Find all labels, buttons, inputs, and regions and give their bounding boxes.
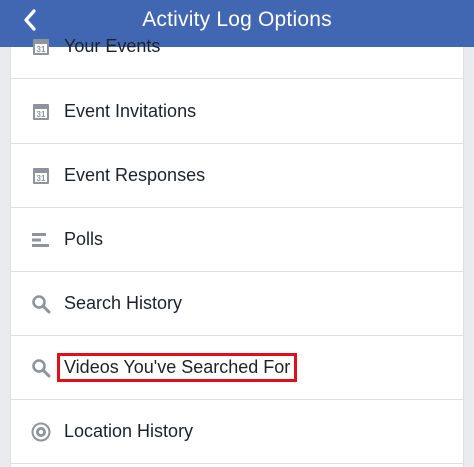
list-item-your-events[interactable]: 31 Your Events (11, 15, 463, 79)
list-item-label: Your Events (64, 36, 161, 56)
poll-icon (29, 228, 53, 252)
list-item-label-highlighted: Videos You've Searched For (57, 353, 298, 382)
svg-text:31: 31 (37, 45, 46, 54)
svg-text:31: 31 (37, 174, 46, 183)
calendar-icon: 31 (29, 100, 53, 124)
calendar-icon: 31 (29, 35, 53, 59)
list-item-search-history[interactable]: Search History (11, 272, 463, 336)
list-item-label: Event Invitations (64, 101, 197, 121)
list-item-event-invitations[interactable]: 31 Event Invitations (11, 80, 463, 144)
search-icon (29, 356, 53, 380)
calendar-icon: 31 (29, 164, 53, 188)
list-item-label: Location History (64, 421, 194, 441)
list-item-event-responses[interactable]: 31 Event Responses (11, 144, 463, 208)
list-item-label: Event Responses (64, 165, 206, 185)
list-item-polls[interactable]: Polls (11, 208, 463, 272)
list-item-location-history[interactable]: Location History (11, 400, 463, 464)
list-item-label: Search History (64, 293, 183, 313)
search-icon (29, 292, 53, 316)
activity-log-options-list: 31 Your Events 31 Event Invitations 31 E… (10, 36, 464, 467)
list-item-label: Polls (64, 229, 104, 249)
location-icon (29, 420, 53, 444)
svg-text:31: 31 (37, 110, 46, 119)
list-item-videos-searched[interactable]: Videos You've Searched For (11, 336, 463, 400)
